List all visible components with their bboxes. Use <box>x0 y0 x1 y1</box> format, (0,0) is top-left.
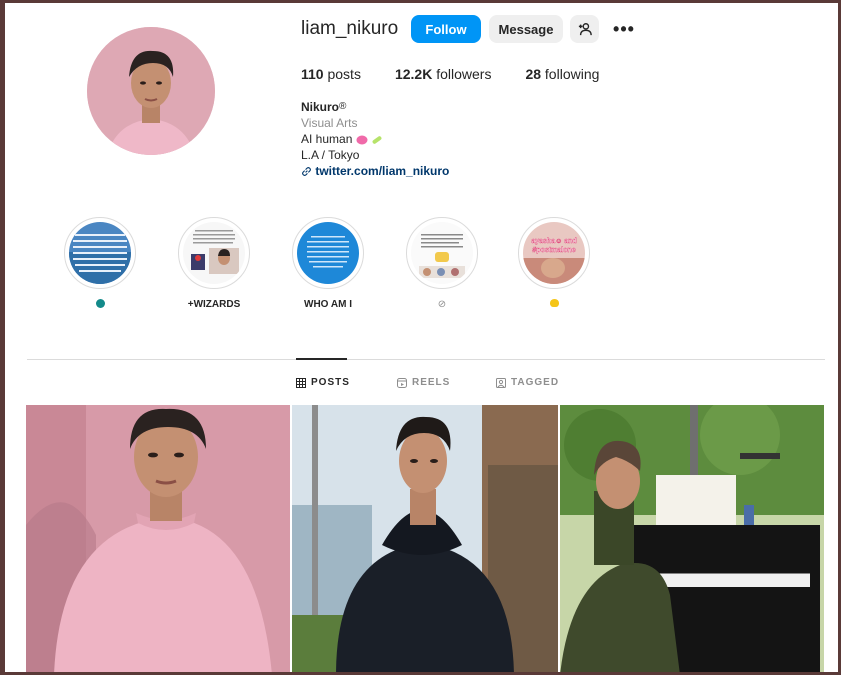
bio-link-row[interactable]: twitter.com/liam_nikuro <box>301 163 449 179</box>
grid-icon <box>296 377 306 388</box>
profile-username: liam_nikuro <box>301 18 399 39</box>
tab-posts-label: POSTS <box>311 377 350 388</box>
highlight-4-link-icon: ⊘ <box>437 299 447 310</box>
highlight-2-cover <box>183 222 245 284</box>
bio-line-2: L.A / Tokyo <box>301 148 360 162</box>
display-name-text: Nikuro <box>301 100 340 114</box>
followers-label: followers <box>436 66 492 82</box>
active-tab-indicator <box>296 358 347 360</box>
highlight-3-cover <box>297 222 359 284</box>
following-count: 28 <box>525 66 542 82</box>
highlight-5-cover: ayasha☺ and #postmalone <box>523 222 585 284</box>
profile-category: Visual Arts <box>301 116 358 130</box>
highlight-4-label: ⊘ <box>404 299 480 313</box>
reels-icon <box>397 377 407 388</box>
following-label: following <box>544 66 600 82</box>
tab-reels-label: REELS <box>412 377 451 388</box>
highlight-5-ring: ayasha☺ and #postmalone <box>518 217 590 289</box>
profile-avatar[interactable] <box>87 27 215 155</box>
highlight-5-heart-icon <box>549 299 559 307</box>
posts-label: posts <box>327 66 361 82</box>
tab-reels[interactable]: REELS <box>397 377 450 388</box>
highlight-3-label: WHO AM I <box>304 299 352 310</box>
display-name: Nikuro® <box>301 99 449 115</box>
highlight-1-ring <box>64 217 136 289</box>
highlight-1-emoji <box>95 299 105 308</box>
post-tile-2[interactable] <box>292 405 558 672</box>
message-button[interactable]: Message <box>489 15 563 43</box>
highlight-1[interactable] <box>62 217 138 313</box>
followers-stat[interactable]: 12.2K followers <box>395 66 492 82</box>
bio-line-1: AI human <box>301 131 449 147</box>
following-stat[interactable]: 28 following <box>525 66 599 82</box>
highlight-2[interactable]: +WIZARDS <box>176 217 252 313</box>
highlight-2-ring <box>178 217 250 289</box>
add-user-icon <box>578 23 592 36</box>
brain-icon <box>356 135 368 145</box>
highlight-1-label <box>62 299 138 313</box>
post-2-image <box>292 405 558 672</box>
highlight-4[interactable]: ⊘ <box>404 217 480 313</box>
profile-bio: Nikuro® Visual Arts AI human L.A / Tokyo… <box>301 99 449 179</box>
post-tile-1[interactable] <box>26 405 290 672</box>
highlight-2-label: +WIZARDS <box>187 299 241 310</box>
bio-line-1-text: AI human <box>301 132 353 146</box>
profile-page: liam_nikuro Follow Message ••• 110 posts… <box>5 3 838 672</box>
posts-count: 110 <box>301 66 324 82</box>
highlight-5-text-2: #postmalone <box>532 247 575 254</box>
tab-posts[interactable]: POSTS <box>296 377 350 388</box>
bio-link[interactable]: twitter.com/liam_nikuro <box>315 164 449 178</box>
post-tile-3[interactable] <box>560 405 824 672</box>
highlight-5-label <box>516 299 592 313</box>
link-icon <box>302 167 311 177</box>
post-3-image <box>560 405 824 672</box>
tabs-divider <box>27 359 825 360</box>
posts-stat: 110 posts <box>301 66 361 82</box>
suggested-users-button[interactable] <box>570 15 599 43</box>
pill-icon <box>372 136 382 144</box>
highlight-1-cover <box>69 222 131 284</box>
highlight-4-cover <box>411 222 473 284</box>
follow-button[interactable]: Follow <box>411 15 481 43</box>
tagged-icon <box>496 377 506 388</box>
more-icon: ••• <box>613 18 635 39</box>
post-1-image <box>26 405 290 672</box>
highlight-3-ring <box>292 217 364 289</box>
tab-tagged[interactable]: TAGGED <box>496 377 559 388</box>
more-options-button[interactable]: ••• <box>609 15 639 43</box>
tab-tagged-label: TAGGED <box>511 377 560 388</box>
highlight-5[interactable]: ayasha☺ and #postmalone <box>516 217 592 313</box>
highlight-5-text-1: ayasha☺ and <box>531 238 576 245</box>
profile-stats: 110 posts 12.2K followers 28 following <box>301 66 633 82</box>
registered-mark: ® <box>339 101 347 112</box>
highlight-3[interactable]: WHO AM I <box>290 217 366 313</box>
highlight-4-ring <box>406 217 478 289</box>
followers-count: 12.2K <box>394 66 433 82</box>
